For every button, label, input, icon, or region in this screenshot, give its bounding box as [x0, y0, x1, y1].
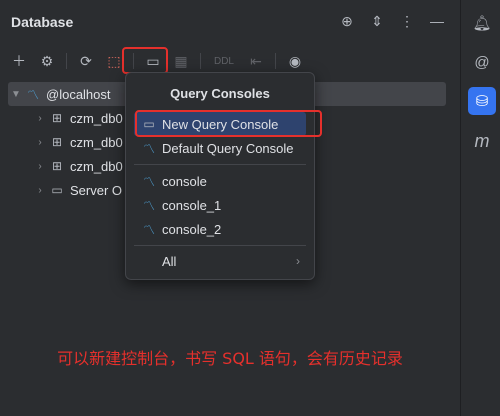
chevron-right-icon: › [296, 254, 300, 268]
popup-title: Query Consoles [170, 86, 270, 101]
jump-to-source-icon: ⇤ [250, 52, 262, 69]
query-consoles-popup: Query Consoles ▭ New Query Console 〽 Def… [125, 72, 315, 280]
refresh-icon[interactable]: ⟳ [75, 50, 97, 72]
menu-item-label: All [162, 253, 177, 269]
mysql-dolphin-icon: 〽 [26, 87, 39, 102]
database-icon[interactable]: ⛁ [468, 87, 496, 115]
panel-title: Database [11, 14, 74, 30]
menu-item-label: console_1 [162, 197, 222, 213]
data-source-properties-icon[interactable]: ⚙ [36, 50, 58, 72]
console-item[interactable]: 〽 console_2 [134, 217, 306, 241]
mysql-dolphin-icon: 〽 [142, 222, 155, 237]
expand-collapse-icon[interactable]: ⇕ [368, 12, 386, 30]
tree-item-label: czm_db0 [70, 158, 123, 174]
mysql-dolphin-icon: 〽 [142, 174, 155, 189]
chevron-right-icon[interactable]: › [32, 137, 48, 148]
notifications-bell-icon[interactable]: 🔔︎ [471, 12, 493, 34]
add-icon[interactable]: ＋ [8, 50, 30, 72]
header-actions: ⊕ ⇕ ⋮ — [338, 12, 446, 30]
menu-item-label: console_2 [162, 221, 222, 237]
schema-icon: ⊞ [51, 159, 63, 173]
database-panel: Database ⊕ ⇕ ⋮ — ＋ ⚙ ⟳ ⬚ ▭ ▦ DDL ⇤ ◉ ▼ 〽… [0, 0, 460, 416]
chevron-right-icon[interactable]: › [32, 113, 48, 124]
menu-divider [134, 245, 306, 246]
chevron-right-icon[interactable]: › [32, 161, 48, 172]
schema-icon: ⊞ [51, 135, 63, 149]
m-tool-icon[interactable]: m [471, 130, 493, 152]
default-query-console-item[interactable]: 〽 Default Query Console [134, 136, 306, 160]
chevron-down-icon[interactable]: ▼ [8, 89, 24, 100]
toolbar-highlight-box [122, 47, 168, 74]
all-consoles-item[interactable]: All › [134, 249, 306, 273]
hide-panel-icon[interactable]: — [428, 12, 446, 30]
console-item[interactable]: 〽 console [134, 169, 306, 193]
menu-item-label: Default Query Console [162, 140, 294, 156]
schema-icon: ⊞ [51, 111, 63, 125]
more-options-icon[interactable]: ⋮ [398, 12, 416, 30]
mysql-dolphin-icon: 〽 [142, 141, 155, 156]
console-item[interactable]: 〽 console_1 [134, 193, 306, 217]
crosshair-icon[interactable]: ⊕ [338, 12, 356, 30]
tree-item-label: Server O [70, 182, 123, 198]
menu-item-label: console [162, 173, 207, 189]
toolbar-separator [66, 53, 67, 69]
menu-divider [134, 164, 306, 165]
table-icon: ▦ [174, 52, 188, 69]
folder-icon: ▭ [51, 183, 63, 197]
toolbar-separator [275, 53, 276, 69]
tree-root-label: @localhost [46, 86, 111, 102]
new-console-highlight-box [135, 110, 322, 137]
chevron-right-icon[interactable]: › [32, 185, 48, 196]
annotation-caption: 可以新建控制台，书写 SQL 语句，会有历史记录 [57, 349, 403, 368]
ddl-button: DDL [213, 55, 234, 67]
mysql-dolphin-icon: 〽 [142, 198, 155, 213]
tree-item-label: czm_db0 [70, 134, 123, 150]
view-options-icon[interactable]: ◉ [284, 50, 306, 72]
toolbar-separator [200, 53, 201, 69]
right-tool-strip: 🔔︎ @ ⛁ m [460, 0, 500, 416]
ai-assistant-spiral-icon[interactable]: @ [471, 51, 493, 73]
tree-item-label: czm_db0 [70, 110, 123, 126]
